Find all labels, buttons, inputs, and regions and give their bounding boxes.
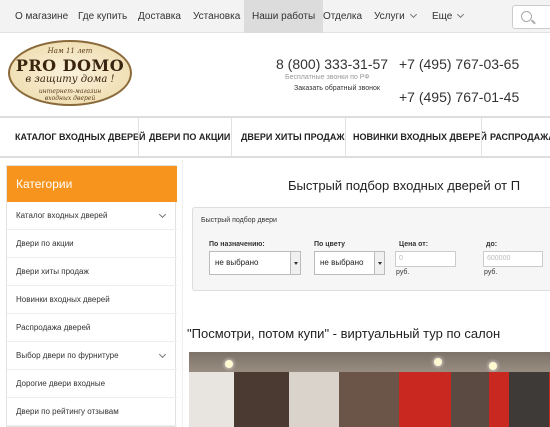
sidebar-item-label: Выбор двери по фурнитуре — [16, 351, 119, 360]
logo-subtitle: интернет-магазин входных дверей — [10, 88, 130, 102]
catnav-bestsellers[interactable]: ДВЕРИ ХИТЫ ПРОДАЖ — [241, 118, 344, 156]
catnav-divider — [138, 118, 139, 156]
chevron-down-icon — [457, 10, 465, 19]
sidebar-item-catalog[interactable]: Каталог входных дверей — [7, 202, 177, 230]
color-label: По цвету — [314, 241, 346, 248]
category-navigation: КАТАЛОГ ВХОДНЫХ ДВЕРЕЙ ДВЕРИ ПО АКЦИИ ДВ… — [0, 116, 550, 158]
search-icon[interactable] — [521, 11, 532, 22]
showroom-wall — [189, 372, 234, 427]
logo-subtitle-line1: интернет-магазин — [38, 88, 102, 95]
catnav-divider — [481, 118, 482, 156]
logo-subtitle-line2: входных дверей — [44, 95, 96, 102]
nav-our-works[interactable]: Наши работы — [244, 0, 324, 33]
catnav-promo[interactable]: ДВЕРИ ПО АКЦИИ — [149, 118, 230, 156]
phone-note: Бесплатные звонки по РФ — [285, 74, 370, 81]
ceiling-light — [225, 360, 233, 368]
price-from-input[interactable]: 0 — [395, 251, 456, 267]
sidebar-title: Категории — [7, 166, 177, 202]
price-from-currency: руб. — [396, 269, 410, 276]
sidebar-item-bestsellers[interactable]: Двери хиты продаж — [7, 258, 177, 286]
nav-finishing[interactable]: Отделка — [323, 0, 362, 33]
catnav-divider — [231, 118, 232, 156]
door-sample — [451, 372, 489, 427]
nav-more[interactable]: Еще — [432, 0, 465, 33]
top-navigation: О магазине Где купить Доставка Установка… — [0, 0, 550, 33]
sidebar-item-label: Двери хиты продаж — [16, 267, 89, 276]
sidebar-item-sale[interactable]: Распродажа дверей — [7, 314, 177, 342]
sidebar-item-label: Двери по рейтингу отзывам — [16, 407, 119, 416]
dropdown-arrow-icon — [290, 252, 300, 274]
callback-link[interactable]: Заказать обратный звонок — [294, 85, 380, 92]
nav-where-buy[interactable]: Где купить — [78, 0, 127, 33]
main-phone[interactable]: 8 (800) 333-31-57 — [276, 56, 388, 72]
door-sample — [509, 372, 549, 427]
nav-about[interactable]: О магазине — [15, 0, 68, 33]
showroom-wall — [289, 372, 339, 427]
catnav-new[interactable]: НОВИНКИ ВХОДНЫХ ДВЕРЕЙ — [353, 118, 487, 156]
price-to-currency: руб. — [484, 269, 498, 276]
sidebar: Категории Каталог входных дверей Двери п… — [6, 165, 177, 427]
virtual-tour-title: "Посмотри, потом купи" - виртуальный тур… — [187, 326, 501, 341]
ceiling-light — [489, 362, 497, 370]
nav-services-label: Услуги — [374, 11, 405, 22]
sidebar-item-expensive[interactable]: Дорогие двери входные — [7, 370, 177, 398]
sidebar-item-label: Двери по акции — [16, 239, 74, 248]
page: О магазине Где купить Доставка Установка… — [0, 0, 550, 427]
purpose-select[interactable]: не выбрано — [209, 251, 301, 275]
logo[interactable]: Нам 11 лет PRO DOMO в защиту дома ! инте… — [8, 40, 132, 106]
color-select[interactable]: не выбрано — [314, 251, 385, 275]
virtual-tour-image[interactable] — [189, 352, 550, 427]
logo-brand: PRO DOMO — [15, 56, 125, 75]
phone-moscow-1[interactable]: +7 (495) 767-03-65 — [399, 56, 519, 72]
sidebar-item-label: Новинки входных дверей — [16, 295, 110, 304]
sidebar-item-label: Каталог входных дверей — [16, 211, 108, 220]
catnav-sale[interactable]: РАСПРОДАЖА — [490, 118, 550, 156]
sidebar-item-hardware[interactable]: Выбор двери по фурнитуре — [7, 342, 177, 370]
sidebar-item-label: Дорогие двери входные — [16, 379, 106, 388]
dropdown-arrow-icon — [374, 252, 384, 274]
chevron-down-icon[interactable] — [158, 350, 167, 359]
logo-slogan: в защиту дома ! — [25, 74, 115, 85]
page-title: Быстрый подбор входных дверей от П — [288, 178, 521, 193]
nav-delivery[interactable]: Доставка — [138, 0, 181, 33]
catnav-divider — [345, 118, 346, 156]
quick-filter: Быстрый подбор двери По назначению: не в… — [192, 207, 550, 291]
nav-installation[interactable]: Установка — [193, 0, 240, 33]
price-to-input[interactable]: 600000 — [483, 251, 543, 267]
logo-tagline-top: Нам 11 лет — [47, 47, 93, 55]
sidebar-item-promo[interactable]: Двери по акции — [7, 230, 177, 258]
purpose-select-value: не выбрано — [215, 258, 259, 267]
nav-services[interactable]: Услуги — [374, 0, 417, 33]
sidebar-item-rating[interactable]: Двери по рейтингу отзывам — [7, 398, 177, 426]
filter-legend: Быстрый подбор двери — [201, 217, 277, 224]
content-divider — [182, 160, 183, 427]
nav-more-label: Еще — [432, 11, 453, 22]
chevron-down-icon[interactable] — [158, 210, 167, 219]
ceiling-light — [434, 358, 442, 366]
sidebar-item-label: Распродажа дверей — [16, 323, 91, 332]
catnav-catalog[interactable]: КАТАЛОГ ВХОДНЫХ ДВЕРЕЙ — [15, 118, 145, 156]
price-to-label: до: — [486, 241, 498, 248]
color-select-value: не выбрано — [320, 258, 364, 267]
price-from-label: Цена от: — [399, 241, 429, 248]
search-input[interactable] — [512, 5, 550, 29]
purpose-label: По назначению: — [209, 241, 265, 248]
phone-moscow-2[interactable]: +7 (495) 767-01-45 — [399, 89, 519, 105]
door-sample — [234, 372, 289, 427]
chevron-down-icon — [409, 10, 417, 19]
door-sample — [339, 372, 399, 427]
sidebar-item-new[interactable]: Новинки входных дверей — [7, 286, 177, 314]
